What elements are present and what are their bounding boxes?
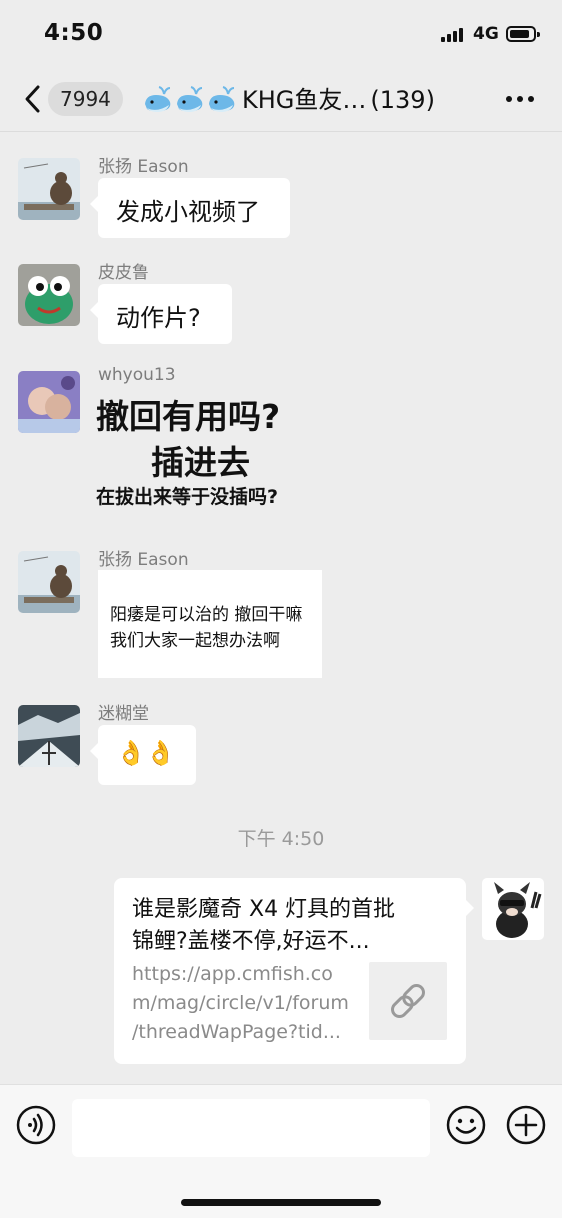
link-title-line: 锦鲤?盖楼不停,好运不... — [132, 929, 370, 954]
link-url-line: /threadWapPage?tid... — [132, 1021, 341, 1043]
whale-emoji-icon — [145, 86, 171, 112]
unread-count-badge[interactable]: 7994 — [48, 82, 123, 116]
message-bubble[interactable]: 👌👌 — [90, 725, 196, 785]
chat-timestamp: 下午 4:50 — [237, 828, 325, 850]
sticker-message[interactable]: 撤回有用吗? 插进去 在拔出来等于没插吗? — [96, 390, 316, 510]
voice-icon[interactable] — [16, 1105, 56, 1145]
plus-icon[interactable] — [506, 1105, 546, 1145]
signal-icon — [441, 28, 465, 42]
emoji-icon[interactable] — [446, 1105, 486, 1145]
link-icon — [391, 984, 425, 1018]
sticker-line: 插进去 — [151, 443, 250, 482]
status-bar: 4:50 4G — [0, 0, 562, 68]
image-text-line: 我们大家一起想办法啊 — [110, 631, 280, 651]
link-thumbnail — [369, 962, 447, 1040]
sender-name: whyou13 — [98, 365, 176, 385]
status-time: 4:50 — [44, 20, 104, 46]
link-url: https://app.cmfish.co m/mag/circle/v1/fo… — [132, 960, 356, 1047]
back-chevron-icon[interactable] — [20, 82, 48, 116]
image-text-line: 阳痿是可以治的 撤回干嘛 — [110, 605, 303, 625]
link-url-line: m/mag/circle/v1/forum — [132, 992, 349, 1014]
whale-emoji-icon — [177, 86, 203, 112]
avatar[interactable] — [18, 264, 80, 326]
member-count: (139) — [370, 86, 435, 114]
sticker-line: 在拔出来等于没插吗? — [96, 486, 279, 508]
sender-name: 迷糊堂 — [98, 704, 149, 724]
link-title: 谁是影魔奇 X4 灯具的首批 锦鲤?盖楼不停,好运不... — [132, 894, 452, 958]
chat-title[interactable]: KHG鱼友… (139) — [142, 82, 466, 118]
battery-icon — [506, 26, 540, 42]
home-indicator — [181, 1199, 381, 1206]
message-bubble[interactable]: 动作片? — [90, 284, 232, 344]
avatar[interactable] — [482, 878, 544, 940]
more-options-icon[interactable] — [506, 96, 534, 104]
avatar[interactable] — [18, 705, 80, 767]
input-bar — [0, 1084, 562, 1218]
avatar[interactable] — [18, 158, 80, 220]
link-card-message[interactable]: 谁是影魔奇 X4 灯具的首批 锦鲤?盖楼不停,好运不... https://ap… — [114, 878, 474, 1064]
sender-name: 皮皮鲁 — [98, 263, 149, 283]
avatar[interactable] — [18, 551, 80, 613]
sender-name: 张扬 Eason — [98, 157, 189, 177]
sender-name: 张扬 Eason — [98, 550, 189, 570]
message-bubble[interactable]: 发成小视频了 — [90, 178, 290, 238]
link-title-line: 谁是影魔奇 X4 灯具的首批 — [132, 897, 396, 922]
whale-emoji-icon — [209, 86, 235, 112]
network-label: 4G — [473, 24, 499, 44]
image-message[interactable]: 阳痿是可以治的 撤回干嘛 我们大家一起想办法啊 — [98, 570, 322, 678]
group-name: KHG鱼友… — [242, 86, 367, 114]
sticker-line: 撤回有用吗? — [96, 397, 281, 436]
avatar[interactable] — [18, 371, 80, 433]
chat-header: 7994 KHG鱼友… (139) — [0, 68, 562, 132]
link-url-line: https://app.cmfish.co — [132, 963, 333, 985]
message-input[interactable] — [72, 1099, 430, 1157]
